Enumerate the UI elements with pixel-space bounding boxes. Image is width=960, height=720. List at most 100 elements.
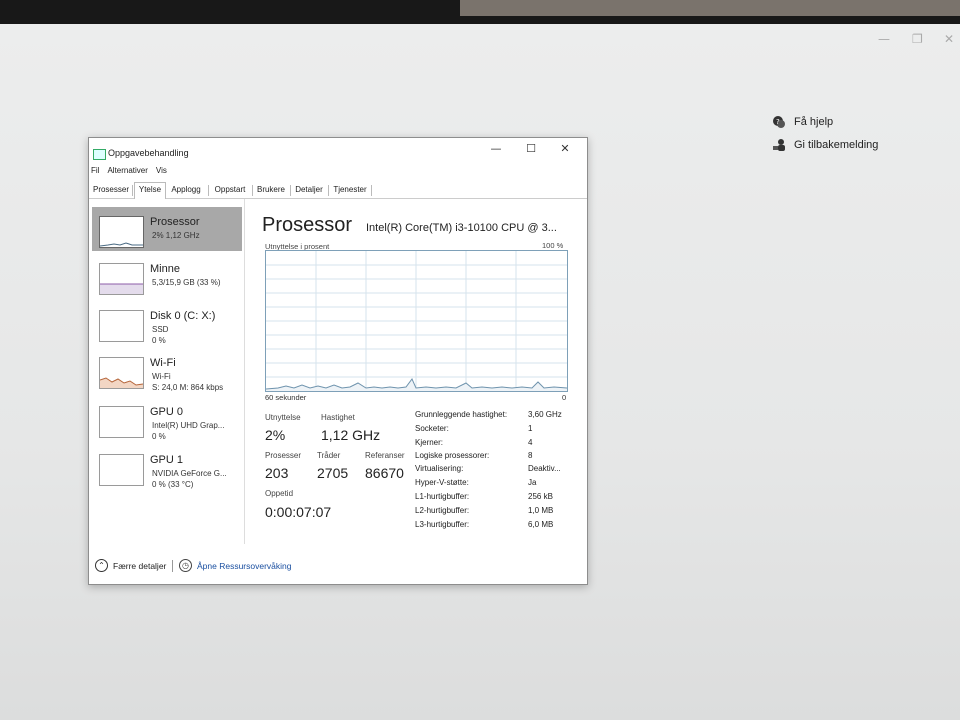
resource-subtitle: SSD bbox=[152, 325, 169, 334]
close-button[interactable]: ✕ bbox=[550, 140, 580, 158]
window-title: Oppgavebehandling bbox=[108, 148, 189, 158]
menu-file[interactable]: Fil bbox=[91, 166, 99, 175]
threads-value: 2705 bbox=[317, 465, 349, 481]
fewer-details-label: Færre detaljer bbox=[113, 560, 167, 571]
bg-maximize-icon[interactable]: ❐ bbox=[912, 32, 923, 46]
chevron-up-icon: ⌃ bbox=[95, 559, 108, 572]
cpu-model-name: Intel(R) Core(TM) i3-10100 CPU @ 3... bbox=[366, 222, 557, 234]
graph-min-label: 0 bbox=[562, 393, 567, 402]
spec-hyperv-value: Ja bbox=[528, 478, 537, 487]
resource-monitor-icon: ◷ bbox=[179, 559, 192, 572]
spec-l3-value: 6,0 MB bbox=[528, 520, 554, 529]
minimize-button[interactable]: — bbox=[481, 140, 511, 158]
title-bar[interactable]: Oppgavebehandling — ☐ ✕ bbox=[89, 138, 587, 160]
spec-l1-label: L1-hurtigbuffer: bbox=[415, 492, 470, 501]
wifi-thumbnail bbox=[99, 357, 144, 389]
menu-bar: Fil Alternativer Vis bbox=[91, 166, 167, 175]
memory-thumbnail bbox=[99, 263, 144, 295]
spec-cores-value: 4 bbox=[528, 438, 533, 447]
resource-item-wifi[interactable]: Wi-Fi Wi-Fi S: 24,0 M: 864 kbps bbox=[92, 348, 242, 392]
tab-bar: Prosesser Ytelse Applogg Oppstart Bruker… bbox=[89, 182, 587, 199]
spec-l1-value: 256 kB bbox=[528, 492, 553, 501]
feedback-link-label: Gi tilbakemelding bbox=[794, 139, 879, 151]
detail-title: Prosessor bbox=[262, 214, 353, 236]
resource-subtitle: Intel(R) UHD Grap... bbox=[152, 421, 225, 430]
open-resource-monitor-link[interactable]: ◷ Åpne Ressursovervåking bbox=[179, 559, 292, 572]
feedback-link[interactable]: Gi tilbakemelding bbox=[772, 138, 878, 152]
help-link[interactable]: ? Få hjelp bbox=[772, 115, 833, 129]
processes-value: 203 bbox=[265, 465, 289, 481]
resource-item-gpu0[interactable]: GPU 0 Intel(R) UHD Grap... 0 % bbox=[92, 397, 242, 441]
spec-l2-label: L2-hurtigbuffer: bbox=[415, 506, 470, 515]
menu-view[interactable]: Vis bbox=[156, 166, 167, 175]
spec-virtualization-label: Virtualisering: bbox=[415, 464, 464, 473]
maximize-button[interactable]: ☐ bbox=[516, 140, 546, 158]
resource-title: Prosessor bbox=[150, 216, 200, 228]
graph-time-label: 60 sekunder bbox=[265, 393, 307, 402]
tab-divider bbox=[132, 185, 133, 196]
feedback-person-icon bbox=[772, 138, 786, 152]
tab-app-history[interactable]: Applogg bbox=[166, 183, 206, 197]
bg-minimize-icon[interactable]: — bbox=[878, 32, 890, 46]
open-resource-monitor-label: Åpne Ressursovervåking bbox=[197, 560, 292, 571]
tab-divider bbox=[328, 185, 329, 196]
tab-startup[interactable]: Oppstart bbox=[210, 183, 250, 197]
utilization-label: Utnyttelse bbox=[265, 413, 301, 422]
resource-value: 0 % bbox=[152, 336, 166, 345]
spec-sockets-value: 1 bbox=[528, 424, 533, 433]
spec-l3-label: L3-hurtigbuffer: bbox=[415, 520, 470, 529]
menu-options[interactable]: Alternativer bbox=[107, 166, 147, 175]
resource-title: GPU 1 bbox=[150, 454, 184, 466]
spec-logical-value: 8 bbox=[528, 451, 533, 460]
resource-subtitle: Wi-Fi bbox=[152, 372, 171, 381]
speed-label: Hastighet bbox=[321, 413, 355, 422]
spec-sockets-label: Socketer: bbox=[415, 424, 449, 433]
handles-label: Referanser bbox=[365, 451, 405, 460]
resource-item-memory[interactable]: Minne 5,3/15,9 GB (33 %) bbox=[92, 254, 242, 298]
fewer-details-button[interactable]: ⌃ Færre detaljer bbox=[95, 559, 166, 572]
resource-title: Minne bbox=[150, 263, 180, 275]
uptime-label: Oppetid bbox=[265, 489, 294, 498]
resource-value: 0 % bbox=[152, 432, 166, 441]
spec-base-speed-value: 3,60 GHz bbox=[528, 410, 562, 419]
utilization-value: 2% bbox=[265, 427, 286, 443]
spec-virtualization-value: Deaktiv... bbox=[528, 464, 561, 473]
resource-title: GPU 0 bbox=[150, 406, 184, 418]
spec-logical-label: Logiske prosessorer: bbox=[415, 451, 490, 460]
spec-l2-value: 1,0 MB bbox=[528, 506, 554, 515]
spec-hyperv-label: Hyper-V-støtte: bbox=[415, 478, 469, 487]
uptime-value: 0:00:07:07 bbox=[265, 504, 332, 520]
resource-value: 0 % (33 °C) bbox=[152, 480, 194, 489]
resource-subtitle: NVIDIA GeForce G... bbox=[152, 469, 227, 478]
resource-item-disk[interactable]: Disk 0 (C: X:) SSD 0 % bbox=[92, 301, 242, 345]
gpu0-thumbnail bbox=[99, 406, 144, 438]
task-manager-icon bbox=[93, 149, 106, 160]
bg-close-icon[interactable]: ✕ bbox=[944, 32, 954, 46]
resource-title: Disk 0 (C: X:) bbox=[150, 310, 216, 322]
help-chat-icon: ? bbox=[772, 115, 786, 129]
tab-details[interactable]: Detaljer bbox=[291, 183, 327, 197]
resource-item-gpu1[interactable]: GPU 1 NVIDIA GeForce G... 0 % (33 °C) bbox=[92, 445, 242, 489]
svg-text:?: ? bbox=[776, 118, 780, 126]
footer-divider bbox=[172, 560, 173, 572]
tab-services[interactable]: Tjenester bbox=[330, 183, 370, 197]
resource-item-cpu[interactable]: Prosessor 2% 1,12 GHz bbox=[92, 207, 242, 251]
background-wall bbox=[460, 0, 960, 16]
spec-cores-label: Kjerner: bbox=[415, 438, 444, 447]
disk-thumbnail bbox=[99, 310, 144, 342]
tab-divider bbox=[371, 185, 372, 196]
graph-grid bbox=[266, 251, 567, 391]
tab-performance[interactable]: Ytelse bbox=[134, 182, 166, 199]
threads-label: Tråder bbox=[317, 451, 341, 460]
tab-users[interactable]: Brukere bbox=[253, 183, 289, 197]
cpu-utilization-graph bbox=[265, 250, 568, 392]
cpu-thumbnail bbox=[99, 216, 144, 248]
footer-bar: ⌃ Færre detaljer ◷ Åpne Ressursovervåkin… bbox=[89, 556, 587, 578]
resource-subtitle: 2% 1,12 GHz bbox=[152, 231, 200, 240]
tab-processes[interactable]: Prosesser bbox=[91, 183, 131, 197]
task-manager-window: Oppgavebehandling — ☐ ✕ Fil Alternativer… bbox=[88, 137, 588, 585]
graph-max-label: 100 % bbox=[542, 241, 564, 250]
graph-canvas bbox=[265, 251, 568, 391]
resource-value: S: 24,0 M: 864 kbps bbox=[152, 383, 224, 392]
processes-label: Prosesser bbox=[265, 451, 302, 460]
